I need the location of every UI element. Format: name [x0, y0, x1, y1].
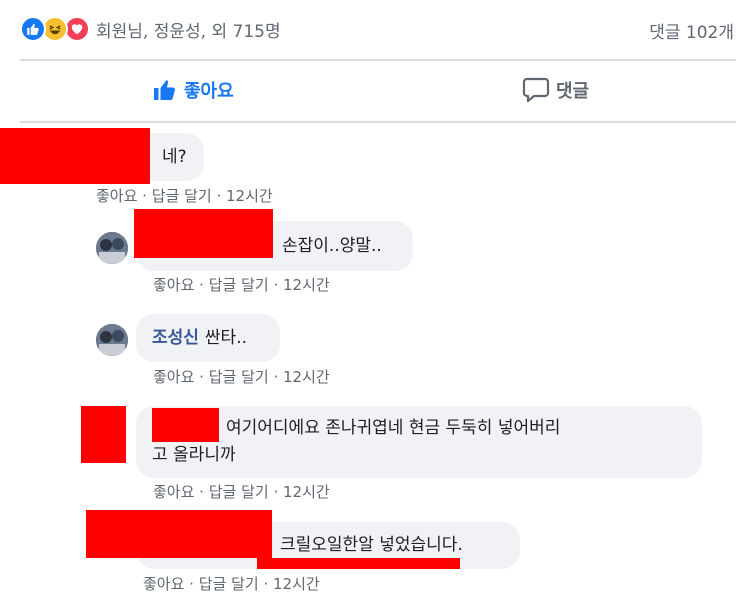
comment-meta: 좋아요 · 답글 달기 · 12시간 — [153, 366, 330, 387]
comment-reply-link[interactable]: 답글 달기 — [209, 368, 269, 386]
comment-text: 크릴오일한알 넣었습니다. — [280, 535, 463, 555]
like-button[interactable]: 좋아요 — [152, 68, 234, 112]
redaction-block — [81, 406, 126, 463]
comment-like-link[interactable]: 좋아요 — [153, 368, 194, 386]
comment-timestamp[interactable]: 12시간 — [226, 187, 273, 205]
comment-meta: 좋아요 · 답글 달기 · 12시간 — [153, 481, 330, 502]
comment-like-link[interactable]: 좋아요 — [96, 187, 137, 205]
comment-reply-link[interactable]: 답글 달기 — [209, 276, 269, 294]
redaction-block — [257, 558, 460, 569]
comment-button[interactable]: 댓글 — [522, 68, 589, 112]
meta-separator: · — [268, 368, 283, 386]
comment-like-link[interactable]: 좋아요 — [143, 575, 184, 593]
comment-reply-link[interactable]: 답글 달기 — [209, 483, 269, 501]
meta-separator: · — [268, 483, 283, 501]
divider — [20, 121, 736, 123]
meta-separator: · — [258, 575, 273, 593]
comment-meta: 좋아요 · 답글 달기 · 12시간 — [143, 573, 320, 594]
comment-text: 싼타.. — [204, 328, 248, 348]
speech-bubble-icon — [522, 77, 550, 103]
comment-timestamp[interactable]: 12시간 — [283, 276, 330, 294]
comment-meta: 좋아요 · 답글 달기 · 12시간 — [96, 185, 273, 206]
comment-like-link[interactable]: 좋아요 — [153, 276, 194, 294]
comment-reply-link[interactable]: 답글 달기 — [152, 187, 212, 205]
redaction-block — [0, 128, 150, 184]
thumbs-up-icon — [152, 78, 178, 102]
comment-timestamp[interactable]: 12시간 — [273, 575, 320, 593]
avatar[interactable] — [96, 324, 128, 356]
comment-text: 여기어디에요 존나귀엽네 현금 두둑히 넣어버리 — [226, 418, 561, 438]
meta-separator: · — [194, 368, 209, 386]
meta-separator: · — [211, 187, 226, 205]
comment-text-line: 고 올라니까 — [152, 445, 236, 465]
divider — [20, 59, 736, 61]
redaction-block — [134, 209, 273, 258]
reaction-summary-text: 회원님, 정윤성, 외 715명 — [96, 21, 281, 42]
comment-bubble[interactable]: ㅆㅂ여기어디에요 존나귀엽네 현금 두둑히 넣어버리 고 올라니까 — [136, 406, 702, 478]
redaction-block — [86, 510, 272, 558]
comment-button-label: 댓글 — [556, 81, 590, 102]
comment-like-link[interactable]: 좋아요 — [153, 483, 194, 501]
comment-author[interactable]: 조성신 — [152, 328, 199, 348]
like-button-label: 좋아요 — [184, 81, 234, 102]
comment-timestamp[interactable]: 12시간 — [283, 483, 330, 501]
meta-separator: · — [268, 276, 283, 294]
like-icon — [20, 16, 46, 42]
comment-reply-link[interactable]: 답글 달기 — [199, 575, 259, 593]
meta-separator: · — [184, 575, 199, 593]
meta-separator: · — [194, 276, 209, 294]
action-bar: 좋아요 댓글 — [0, 68, 754, 112]
reaction-summary[interactable]: 회원님, 정윤성, 외 715명 — [20, 14, 281, 44]
comment-text-line: ㅆㅂ여기어디에요 존나귀엽네 현금 두둑히 넣어버리 — [152, 415, 702, 442]
comment-text: 손잡이..양말.. — [282, 236, 382, 256]
comment-bubble[interactable]: 조성신 싼타.. — [136, 314, 280, 362]
comment-meta: 좋아요 · 답글 달기 · 12시간 — [153, 274, 330, 295]
comment-text: 네? — [162, 147, 187, 167]
comment-count[interactable]: 댓글 102개 — [649, 18, 734, 43]
meta-separator: · — [137, 187, 152, 205]
avatar[interactable] — [96, 232, 128, 264]
meta-separator: · — [194, 483, 209, 501]
comment-timestamp[interactable]: 12시간 — [283, 368, 330, 386]
redaction-block — [152, 408, 219, 442]
